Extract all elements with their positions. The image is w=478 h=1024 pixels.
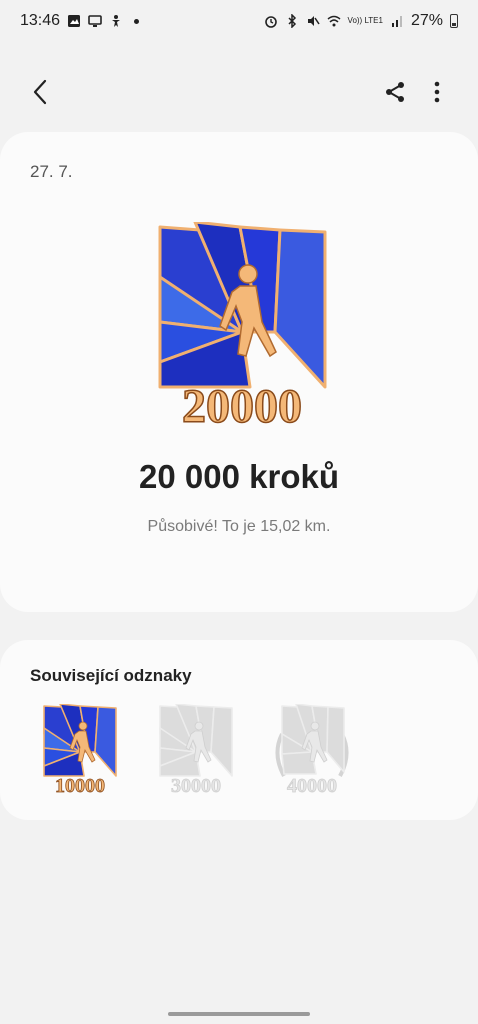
related-badges-title: Související odznaky (30, 666, 192, 685)
wifi-icon (327, 15, 341, 27)
achievement-subtitle: Působivé! To je 15,02 km. (147, 518, 331, 535)
network-label: Vo)) LTE1 (347, 16, 383, 25)
bluetooth-icon (288, 14, 296, 28)
battery-icon (450, 14, 458, 28)
back-button[interactable] (22, 72, 58, 112)
achievement-card: 27. 7. 20000 20 000 kroků Působivé! To j… (0, 132, 478, 612)
badge-40000-number: 40000 (287, 775, 337, 796)
chevron-left-icon (33, 79, 47, 105)
achievement-date: 27. 7. (30, 162, 73, 181)
achievement-title: 20 000 kroků (139, 458, 339, 495)
alarm-icon (264, 16, 277, 28)
home-indicator[interactable] (168, 1012, 310, 1016)
badge-30000-number: 30000 (171, 775, 221, 796)
signal-icon (391, 16, 402, 27)
screen-icon (88, 15, 102, 27)
share-button[interactable] (378, 74, 412, 110)
badge-20000-icon: 20000 (158, 222, 327, 432)
more-vertical-icon (434, 81, 440, 103)
notification-dot-icon (134, 18, 140, 24)
badge-10000-icon[interactable]: 10000 (40, 704, 120, 796)
status-bar: 13:46 Vo)) LTE1 27% (0, 0, 478, 42)
battery-percent: 27% (410, 12, 443, 29)
status-right: Vo)) LTE1 27% (264, 12, 458, 30)
accessibility-icon (112, 15, 121, 27)
app-bar (0, 60, 478, 124)
status-left: 13:46 (20, 12, 140, 30)
more-options-button[interactable] (424, 74, 450, 110)
badge-30000-locked-icon[interactable]: 30000 (156, 704, 236, 796)
share-icon (386, 82, 404, 102)
mute-icon (307, 16, 320, 26)
badge-40000-locked-icon[interactable]: 40000 (272, 704, 352, 796)
badge-10000-number: 10000 (55, 775, 105, 796)
gallery-icon (68, 15, 81, 27)
related-badges-card: Související odznaky 10000 30000 40000 (0, 640, 478, 820)
status-time: 13:46 (20, 12, 61, 29)
badge-number-text: 20000 (182, 380, 302, 432)
